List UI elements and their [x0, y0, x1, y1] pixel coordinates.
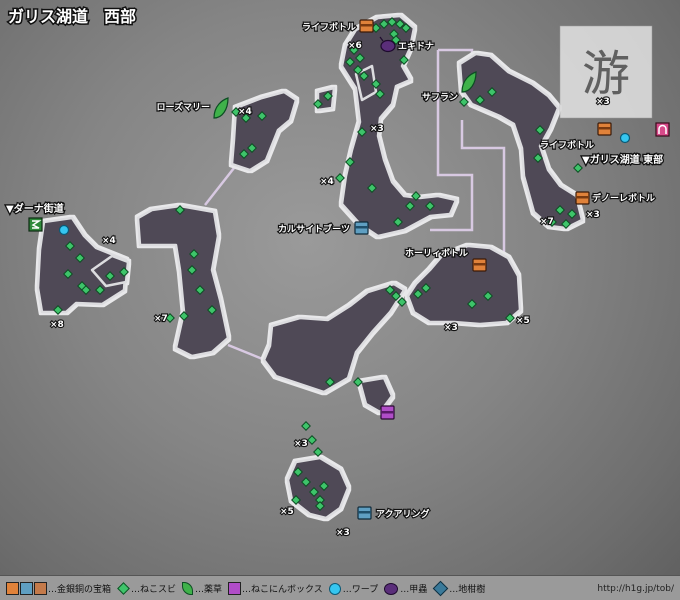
count-label: ×3	[370, 124, 384, 134]
map-title: ガリス湖道 西部	[8, 7, 136, 26]
exit-marker-east-icon[interactable]	[655, 122, 670, 137]
legend-chest-label: …金銀銅の宝箱	[48, 585, 112, 595]
count-label: ×3	[336, 528, 350, 538]
label-rosemary: ローズマリー	[156, 101, 210, 113]
label-holy-bottle: ホーリィボトル	[405, 247, 468, 259]
label-ekidona: エキドナ	[398, 41, 434, 52]
chest-silver-icon	[20, 582, 33, 595]
count-label: ×4	[320, 177, 334, 187]
herb-icon[interactable]	[213, 97, 229, 119]
legend-cat-box: …ねこにんボックス	[228, 582, 323, 595]
cat-gem-icon[interactable]	[335, 173, 345, 183]
legend-warp: …ワープ	[328, 582, 379, 595]
chest-bronze-icon	[34, 582, 47, 595]
exit-label-west[interactable]: ▼ダーナ街道	[5, 201, 65, 217]
label-deno-bottle: デノーレボトル	[592, 192, 655, 204]
label-aquaring: アクアリング	[376, 508, 430, 520]
area-south	[286, 456, 350, 520]
area-central-west	[136, 204, 230, 358]
warp-point-icon[interactable]	[58, 224, 70, 236]
count-label: ×3	[586, 210, 600, 220]
count-label: ×6	[348, 41, 362, 51]
area-north-spot	[316, 86, 336, 112]
cat-gem-icon[interactable]	[301, 421, 311, 431]
cat-gem-icon[interactable]	[573, 163, 583, 173]
tree-icon	[432, 580, 449, 597]
cat-gem-icon	[117, 582, 130, 595]
map-frame: 游 ガリス湖道 西部 ▼ダーナ街道 ▼ガリス湖道 東部 ライフボトル エキドナ …	[0, 0, 680, 600]
count-label: ×5	[280, 507, 294, 517]
legend-cat-box-label: …ねこにんボックス	[242, 585, 323, 595]
count-label: ×3	[596, 97, 610, 107]
legend-cat-gem-label: …ねこスビ	[131, 585, 177, 595]
chest-silver-icon[interactable]	[357, 506, 372, 520]
chest-gold-icon[interactable]	[575, 191, 590, 205]
label-saffron: サフラン	[422, 92, 458, 103]
chest-gold-icon	[6, 582, 19, 595]
count-label: ×4	[238, 107, 252, 117]
legend-tree: …地柑樹	[432, 580, 486, 597]
chest-gold-icon[interactable]	[472, 258, 487, 272]
label-calcite-boots: カルサイトブーツ	[278, 223, 350, 235]
count-label: ×3	[444, 323, 458, 333]
map-legend: …金銀銅の宝箱 …ねこスビ …薬草 …ねこにんボックス …ワープ …甲蟲 …地柑…	[0, 575, 680, 600]
label-life-bottle: ライフボトル	[302, 21, 356, 33]
legend-cat-gem: …ねこスビ	[117, 582, 176, 595]
cat-box-icon[interactable]	[380, 405, 395, 420]
herb-icon	[182, 582, 194, 595]
count-label: ×7	[540, 217, 554, 227]
legend-beetle: …甲蟲	[384, 582, 427, 595]
count-label: ×8	[50, 320, 64, 330]
chest-gold-icon[interactable]	[359, 19, 374, 33]
count-label: ×5	[516, 316, 530, 326]
count-label: ×4	[102, 236, 116, 246]
exit-marker-west-icon[interactable]	[28, 217, 43, 232]
beetle-icon	[384, 582, 399, 595]
warp-point-icon	[328, 582, 341, 595]
area-central	[262, 282, 406, 394]
count-label: ×7	[154, 314, 168, 324]
legend-herb: …薬草	[182, 582, 222, 595]
legend-beetle-label: …甲蟲	[400, 585, 428, 595]
legend-tree-label: …地柑樹	[449, 585, 486, 595]
legend-warp-label: …ワープ	[342, 585, 379, 595]
exit-label-east[interactable]: ▼ガリス湖道 東部	[581, 152, 665, 168]
chest-silver-icon[interactable]	[354, 221, 369, 235]
legend-chest: …金銀銅の宝箱	[6, 582, 111, 595]
source-url[interactable]: http://h1g.jp/tob/	[597, 584, 674, 594]
chest-gold-icon[interactable]	[597, 122, 612, 136]
watermark-glyph: 游	[582, 46, 630, 102]
count-label: ×3	[294, 439, 308, 449]
cat-box-icon	[228, 582, 242, 595]
legend-herb-label: …薬草	[195, 585, 223, 595]
area-north-west	[230, 90, 298, 172]
cat-gem-icon[interactable]	[307, 435, 317, 445]
warp-point-icon[interactable]	[619, 132, 631, 144]
map-canvas: 游 ガリス湖道 西部 ▼ダーナ街道 ▼ガリス湖道 東部 ライフボトル エキドナ …	[5, 6, 670, 539]
cat-gem-icon[interactable]	[313, 447, 323, 457]
label-life-bottle-2: ライフボトル	[540, 139, 594, 151]
